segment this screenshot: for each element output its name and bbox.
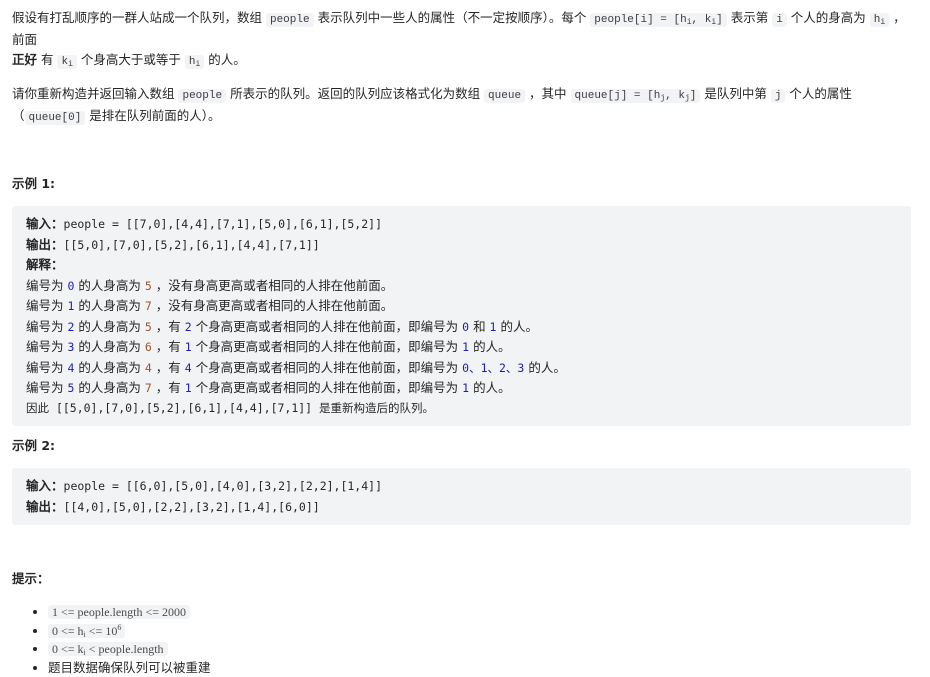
text-segment: 编号为 — [26, 339, 67, 354]
hints-list: 1 <= people.length <= 2000 0 <= hi <= 10… — [12, 603, 911, 677]
problem-description: 假设有打乱顺序的一群人站成一个队列，数组 people 表示队列中一些人的属性（… — [0, 0, 930, 677]
text-segment: ，有 — [152, 339, 185, 354]
text-segment: 的人身高为 — [74, 360, 144, 375]
code-hi: hi — [185, 55, 204, 69]
number-token: 7 — [145, 381, 152, 395]
hint-item: 0 <= ki < people.length — [48, 640, 911, 659]
example-1-block: 输入：people = [[7,0],[4,4],[7,1],[5,0],[6,… — [12, 206, 911, 426]
number-token: 7 — [145, 299, 152, 313]
text-segment: ，没有身高更高或者相同的人排在他前面。 — [152, 298, 393, 313]
output-label: 输出： — [26, 499, 64, 514]
explanation-line: 编号为 3 的人身高为 6 ，有 1 个身高更高或者相同的人排在他前面，即编号为… — [26, 340, 511, 354]
number-token: 1 — [185, 381, 192, 395]
example-2-block: 输入：people = [[6,0],[5,0],[4,0],[3,2],[2,… — [12, 468, 911, 525]
text-segment: ，没有身高更高或者相同的人排在他前面。 — [152, 278, 393, 293]
explanation-label: 解释： — [26, 257, 64, 272]
hint-item: 0 <= hi <= 106 — [48, 622, 911, 641]
conclusion-value: [[5,0],[7,0],[5,2],[6,1],[4,4],[7,1]] — [56, 401, 312, 415]
number-token: 2 — [185, 320, 192, 334]
input-label: 输入： — [26, 216, 64, 231]
number-token: 4 — [185, 361, 192, 375]
input-value: people = [[7,0],[4,4],[7,1],[5,0],[6,1],… — [64, 217, 383, 231]
text-segment: 个身高更高或者相同的人排在他前面，即编号为 — [192, 360, 462, 375]
output-label: 输出： — [26, 237, 64, 252]
number-token: 1 — [185, 340, 192, 354]
text-segment: ，有 — [152, 319, 185, 334]
text-segment: 编号为 — [26, 360, 67, 375]
text-segment: 编号为 — [26, 298, 67, 313]
code-people: people — [266, 13, 314, 27]
code-constraint: 1 <= people.length <= 2000 — [48, 605, 190, 619]
number-token: 6 — [145, 340, 152, 354]
text-segment: 的人身高为 — [74, 380, 144, 395]
text-segment: 个身高更高或者相同的人排在他前面，即编号为 — [192, 319, 462, 334]
number-token: 0、1、2、3 — [462, 361, 524, 375]
text-segment: 个身高更高或者相同的人排在他前面，即编号为 — [192, 380, 462, 395]
number-token: 5 — [145, 320, 152, 334]
output-value: [[5,0],[7,0],[5,2],[6,1],[4,4],[7,1]] — [64, 238, 320, 252]
conclusion-text: 因此 — [26, 401, 56, 415]
text-segment: 个身高更高或者相同的人排在他前面，即编号为 — [192, 339, 462, 354]
hints-title: 提示： — [12, 569, 911, 589]
text-segment: 的人。 — [524, 360, 565, 375]
text-segment: 的人。 — [496, 319, 537, 334]
text-segment: 的人身高为 — [74, 298, 144, 313]
input-value: people = [[6,0],[5,0],[4,0],[3,2],[2,2],… — [64, 479, 383, 493]
code-constraint: 0 <= ki < people.length — [48, 642, 168, 656]
code-i: i — [772, 13, 787, 27]
emphasis-exactly: 正好 — [12, 52, 37, 67]
explanation-line: 编号为 5 的人身高为 7 ，有 1 个身高更高或者相同的人排在他前面，即编号为… — [26, 381, 511, 395]
code-people-i: people[i] = [hi, ki] — [590, 13, 726, 27]
explanation-line: 编号为 1 的人身高为 7 ，没有身高更高或者相同的人排在他前面。 — [26, 299, 393, 313]
hint-item: 题目数据确保队列可以被重建 — [48, 659, 911, 677]
explanation-line: 编号为 4 的人身高为 4 ，有 4 个身高更高或者相同的人排在他前面，即编号为… — [26, 361, 566, 375]
text-segment: 编号为 — [26, 380, 67, 395]
explanation-line: 编号为 0 的人身高为 5 ，没有身高更高或者相同的人排在他前面。 — [26, 279, 393, 293]
code-queue-j: queue[j] = [hj, kj] — [571, 89, 701, 103]
text-segment: 编号为 — [26, 319, 67, 334]
text-segment: 的人身高为 — [74, 278, 144, 293]
example-1-title: 示例 1: — [12, 174, 911, 194]
code-ki: ki — [57, 55, 76, 69]
code-people: people — [178, 89, 226, 103]
text-segment: ，有 — [152, 360, 185, 375]
code-constraint: 0 <= hi <= 106 — [48, 624, 125, 638]
example-2-title: 示例 2: — [12, 436, 911, 456]
explanation-lines: 编号为 0 的人身高为 5 ，没有身高更高或者相同的人排在他前面。 编号为 1 … — [26, 279, 566, 396]
input-label: 输入： — [26, 478, 64, 493]
output-value: [[4,0],[5,0],[2,2],[3,2],[1,4],[6,0]] — [64, 500, 320, 514]
description-paragraph-1: 假设有打乱顺序的一群人站成一个队列，数组 people 表示队列中一些人的属性（… — [12, 8, 911, 72]
explanation-line: 编号为 2 的人身高为 5 ，有 2 个身高更高或者相同的人排在他前面，即编号为… — [26, 320, 538, 334]
description-paragraph-2: 请你重新构造并返回输入数组 people 所表示的队列。返回的队列应该格式化为数… — [12, 84, 911, 128]
code-j: j — [771, 89, 786, 103]
number-token: 4 — [145, 361, 152, 375]
text-segment: 的人身高为 — [74, 319, 144, 334]
number-token: 5 — [145, 279, 152, 293]
text-segment: 编号为 — [26, 278, 67, 293]
code-hi: hi — [870, 13, 889, 27]
text-segment: ，有 — [152, 380, 185, 395]
text-segment: 的人。 — [469, 339, 510, 354]
code-queue-0: queue[0] — [25, 111, 86, 125]
text-segment: 的人。 — [469, 380, 510, 395]
code-queue: queue — [484, 89, 525, 103]
text-segment: 的人身高为 — [74, 339, 144, 354]
hint-item: 1 <= people.length <= 2000 — [48, 603, 911, 622]
text-segment: 和 — [469, 319, 489, 334]
